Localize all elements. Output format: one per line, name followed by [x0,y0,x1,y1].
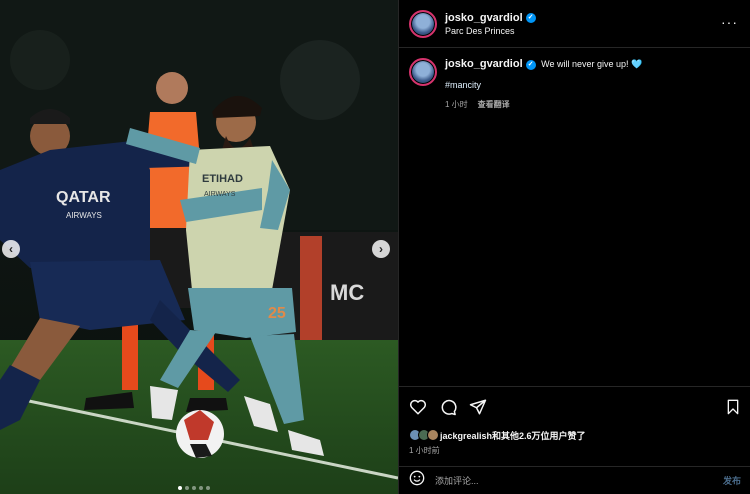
share-paper-plane-icon[interactable] [469,398,487,416]
caption-author-avatar[interactable] [409,58,437,86]
carousel-dot [192,486,196,490]
next-slide-button[interactable]: › [372,240,390,258]
post-media: MC QATAR AIRWAYS ETIHAD AIRWAYS 25 ‹ › [0,0,398,494]
caption-username[interactable]: josko_gvardiol [445,58,523,71]
caption-emoji: 🩵 [631,59,643,69]
carousel-dot [199,486,203,490]
post-location[interactable]: Parc Des Princes [445,26,536,36]
svg-text:MC: MC [330,280,364,305]
carousel-indicator [178,486,210,490]
svg-text:AIRWAYS: AIRWAYS [204,191,236,198]
caption-username-row: josko_gvardiol ✓ [445,58,536,71]
svg-text:QATAR: QATAR [56,189,111,206]
hashtag-link[interactable]: #mancity [445,79,642,92]
svg-text:25: 25 [268,305,286,322]
svg-text:AIRWAYS: AIRWAYS [66,211,102,220]
smiley-icon[interactable] [409,470,425,491]
comment-bubble-icon[interactable] [439,398,457,416]
author-avatar[interactable] [409,9,437,38]
liker-avatars [409,429,439,441]
post-side-panel: josko_gvardiol ✓ Parc Des Princes ··· jo… [398,0,750,494]
post-header: josko_gvardiol ✓ Parc Des Princes ··· [399,0,750,48]
post-actions-section: jackgrealish和其他2.6万位用户赞了 1 小时前 [399,386,750,456]
previous-slide-button[interactable]: ‹ [2,240,20,258]
action-bar [399,387,750,427]
comment-composer: 添加评论... 发布 [399,466,750,494]
match-photo: MC QATAR AIRWAYS ETIHAD AIRWAYS 25 [0,0,398,494]
liker-username[interactable]: jackgrealish [440,431,492,441]
football [176,410,224,458]
save-bookmark-icon[interactable] [725,399,741,415]
likes-count-text: 和其他2.6万位用户赞了 [492,430,586,441]
post-comment-button[interactable]: 发布 [723,474,741,487]
liker-avatar [427,429,439,441]
comment-input[interactable]: 添加评论... [435,474,723,487]
carousel-dot [206,486,210,490]
see-translation-link[interactable]: 查看翻译 [478,98,510,111]
carousel-dot [178,486,182,490]
author-username[interactable]: josko_gvardiol [445,12,523,24]
like-heart-icon[interactable] [409,398,427,416]
caption-text: We will never give up! [541,59,632,69]
verified-badge-icon: ✓ [525,12,536,23]
post-caption: josko_gvardiol ✓ We will never give up! … [409,58,739,111]
post-timestamp: 1 小时前 [409,446,440,455]
post-time: 1 小时 [445,100,468,109]
svg-text:ETIHAD: ETIHAD [202,173,243,185]
more-options-icon[interactable]: ··· [721,14,738,30]
verified-badge-icon: ✓ [525,59,536,70]
likes-summary[interactable]: jackgrealish和其他2.6万位用户赞了 [399,427,750,443]
carousel-dot [185,486,189,490]
author-username-row: josko_gvardiol ✓ [445,12,536,24]
